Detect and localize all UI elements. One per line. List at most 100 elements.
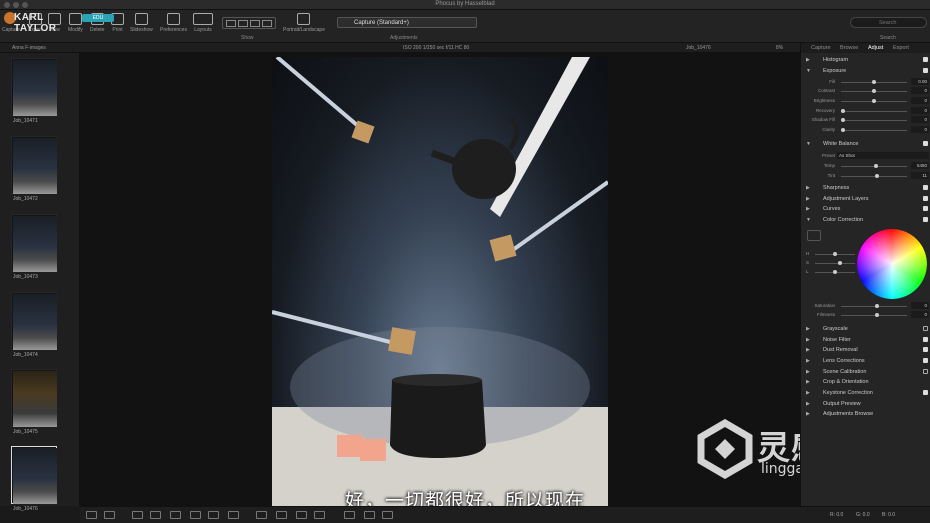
tab-adjust[interactable]: Adjust [868, 45, 883, 51]
chevron-right-icon[interactable]: ▶ [806, 57, 810, 63]
focus-mask-icon[interactable] [314, 511, 325, 519]
straighten-tool-icon[interactable] [150, 511, 161, 519]
adjustment-preset-select[interactable]: Capture (Standard+) [337, 17, 477, 28]
thumbnail[interactable]: Job_10473 [11, 214, 57, 280]
sugar-cube-right [489, 234, 517, 262]
slider-saturation[interactable]: Saturation 0 [801, 302, 930, 310]
slider-shadow-fill[interactable]: Shadow Fill 0 [801, 116, 930, 124]
enable-checkbox[interactable] [923, 326, 928, 331]
picker-tool-icon[interactable] [170, 511, 181, 519]
tab-browse[interactable]: Browse [840, 45, 858, 51]
slider-tint[interactable]: Tint 11 [801, 172, 930, 180]
search-input[interactable]: Search [850, 17, 927, 28]
toolbar-slideshow[interactable]: Slideshow [130, 13, 153, 33]
hand-tool-icon[interactable] [208, 511, 219, 519]
section-keystone-correction[interactable]: ▶ Keystone Correction [801, 388, 930, 398]
slider-fill[interactable]: Fill 0.00 [801, 78, 930, 86]
chevron-right-icon[interactable]: ▶ [806, 379, 810, 385]
chevron-right-icon[interactable]: ▶ [806, 196, 810, 202]
chevron-right-icon[interactable]: ▶ [806, 369, 810, 375]
zoom-tool-icon[interactable] [190, 511, 201, 519]
chevron-right-icon[interactable]: ▶ [806, 326, 810, 332]
enable-checkbox[interactable] [923, 196, 928, 201]
color-wheel[interactable] [857, 229, 927, 299]
next-icon[interactable] [364, 511, 375, 519]
section-curves[interactable]: ▶ Curves [801, 204, 930, 214]
slider-clarity[interactable]: Clarity 0 [801, 126, 930, 134]
section-adjustment-layers[interactable]: ▶ Adjustment Layers [801, 194, 930, 204]
enable-checkbox[interactable] [923, 57, 928, 62]
single-view-icon[interactable] [104, 511, 115, 519]
section-exposure[interactable]: ▼ Exposure [801, 66, 930, 76]
enable-checkbox[interactable] [923, 347, 928, 352]
toolbar-preferences[interactable]: Preferences [160, 13, 187, 33]
enable-checkbox[interactable] [923, 141, 928, 146]
enable-checkbox[interactable] [923, 337, 928, 342]
section-crop-orientation[interactable]: ▶ Crop & Orientation [801, 377, 930, 387]
chevron-right-icon[interactable]: ▶ [806, 390, 810, 396]
slider-filmness[interactable]: Filmness 0 [801, 311, 930, 319]
enable-checkbox[interactable] [923, 185, 928, 190]
section-output-preview[interactable]: ▶ Output Preview [801, 399, 930, 409]
chevron-right-icon[interactable]: ▶ [806, 358, 810, 364]
brush-tool-icon[interactable] [228, 511, 239, 519]
slideshow-icon [134, 13, 148, 25]
slider-temp[interactable]: Temp 5450 [801, 162, 930, 170]
view-single-icon[interactable] [226, 20, 236, 27]
section-adjustments-browse[interactable]: ▶ Adjustments Browse [801, 409, 930, 419]
view-browse-icon[interactable] [262, 20, 272, 27]
thumbnail[interactable]: Job_10475 [11, 369, 57, 435]
slider-brightness[interactable]: Brightness 0 [801, 97, 930, 105]
folder-name[interactable]: Anna F-images [12, 45, 46, 51]
toolbar-portrait-landscape[interactable]: Portrait/Landscape [283, 13, 325, 33]
info-bar: Anna F-images ISO 200 1/250 sec f/11 HC … [0, 43, 930, 53]
show-label: Show [241, 35, 254, 41]
chevron-down-icon[interactable]: ▼ [806, 68, 811, 74]
chevron-right-icon[interactable]: ▶ [806, 411, 810, 417]
section-color-correction[interactable]: ▼ Color Correction [801, 215, 930, 225]
layouts-icon [193, 13, 213, 25]
view-dual-icon[interactable] [238, 20, 248, 27]
section-lens-corrections[interactable]: ▶ Lens Corrections [801, 356, 930, 366]
zoom-level[interactable]: 8% [776, 45, 783, 51]
enable-checkbox[interactable] [923, 369, 928, 374]
overlay-icon[interactable] [256, 511, 267, 519]
tab-capture[interactable]: Capture [811, 45, 831, 51]
chevron-right-icon[interactable]: ▶ [806, 337, 810, 343]
thumbnail[interactable]: Job_10474 [11, 292, 57, 358]
chevron-right-icon[interactable]: ▶ [806, 206, 810, 212]
section-dust-removal[interactable]: ▶ Dust Removal [801, 345, 930, 355]
section-histogram[interactable]: ▶ Histogram [801, 55, 930, 65]
chevron-right-icon[interactable]: ▶ [806, 401, 810, 407]
enable-checkbox[interactable] [923, 217, 928, 222]
section-sharpness[interactable]: ▶ Sharpness [801, 183, 930, 193]
enable-checkbox[interactable] [923, 358, 928, 363]
chevron-right-icon[interactable]: ▶ [806, 347, 810, 353]
rotate-icon[interactable] [382, 511, 393, 519]
section-scene-calibration[interactable]: ▶ Scene Calibration [801, 367, 930, 377]
thumbnail[interactable]: Job_10471 [11, 58, 57, 124]
enable-checkbox[interactable] [923, 206, 928, 211]
section-white-balance[interactable]: ▼ White Balance [801, 139, 930, 149]
mask-icon[interactable] [276, 511, 287, 519]
section-grayscale[interactable]: ▶ Grayscale [801, 324, 930, 334]
compare-icon[interactable] [86, 511, 97, 519]
tab-export[interactable]: Export [893, 45, 909, 51]
section-noise-filter[interactable]: ▶ Noise Filter [801, 335, 930, 345]
chevron-right-icon[interactable]: ▶ [806, 185, 810, 191]
enable-checkbox[interactable] [923, 390, 928, 395]
grid-icon[interactable] [296, 511, 307, 519]
view-grid-icon[interactable] [250, 20, 260, 27]
wb-preset[interactable]: Preset As Shot [801, 152, 930, 160]
chevron-down-icon[interactable]: ▼ [806, 141, 811, 147]
previous-icon[interactable] [344, 511, 355, 519]
thumbnail[interactable]: Job_10472 [11, 136, 57, 202]
slider-recovery[interactable]: Recovery 0 [801, 107, 930, 115]
show-view-switcher[interactable] [222, 17, 276, 29]
eyedropper-icon[interactable] [807, 230, 821, 241]
chevron-down-icon[interactable]: ▼ [806, 217, 811, 223]
slider-contrast[interactable]: Contrast 0 [801, 87, 930, 95]
crop-tool-icon[interactable] [132, 511, 143, 519]
enable-checkbox[interactable] [923, 68, 928, 73]
toolbar-layouts[interactable]: Layouts [193, 13, 213, 33]
